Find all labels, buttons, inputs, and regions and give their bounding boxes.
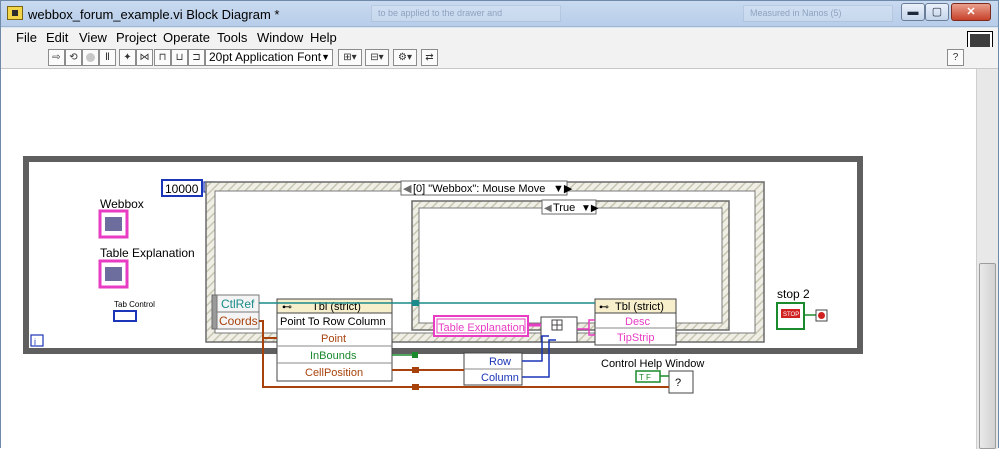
vertical-scrollbar[interactable] [976, 69, 998, 449]
toolbar: ⇨ ⟲ Ⅱ ✦ ⋈ ⊓ ⊔ ⊐ 20pt Application Font ▼ … [1, 47, 998, 69]
align-objects-icon[interactable]: ⊞▾ [338, 49, 362, 66]
labview-app-icon [7, 6, 23, 20]
property-node-ref: Tbl (strict) [615, 301, 664, 313]
title-bar: webbox_forum_example.vi Block Diagram * … [1, 1, 998, 27]
menu-view[interactable]: View [79, 30, 107, 45]
step-into-icon[interactable]: ⊓ [154, 49, 171, 66]
labview-window: webbox_forum_example.vi Block Diagram * … [0, 0, 999, 449]
case-structure-interior [418, 207, 723, 324]
menu-project[interactable]: Project [116, 30, 156, 45]
invoke-out-inbounds: InBounds [310, 350, 357, 362]
event-data-ctlref-label: CtlRef [221, 297, 255, 311]
invoke-out-cellposition: CellPosition [305, 367, 363, 379]
step-out-icon[interactable]: ⊐ [188, 49, 205, 66]
column-wire [522, 339, 556, 378]
tab-control-terminal[interactable] [113, 310, 137, 322]
retain-wire-values-icon[interactable]: ⋈ [136, 49, 153, 66]
svg-text:◀: ◀ [544, 203, 552, 214]
svg-text:▼▶: ▼▶ [581, 203, 599, 214]
help-icon[interactable]: ? [947, 49, 964, 66]
event-selector-arrows: ▼▶ [553, 183, 573, 195]
menu-edit[interactable]: Edit [46, 30, 68, 45]
menu-tools[interactable]: Tools [217, 30, 247, 45]
maximize-button[interactable]: ▢ [925, 3, 949, 21]
run-continuously-icon[interactable]: ⟲ [65, 49, 82, 66]
window-title: webbox_forum_example.vi Block Diagram * [28, 7, 280, 22]
abort-icon[interactable] [82, 49, 99, 66]
menu-operate[interactable]: Operate [163, 30, 210, 45]
iteration-terminal[interactable] [30, 334, 44, 347]
clean-up-diagram-icon[interactable]: ⇄ [421, 49, 438, 66]
pause-icon[interactable]: Ⅱ [99, 49, 116, 66]
reorder-icon[interactable]: ⚙▾ [393, 49, 417, 66]
menu-file[interactable]: File [16, 30, 37, 45]
invoke-node-method: Point To Row Column [280, 316, 386, 328]
control-help-window-label: Control Help Window [601, 358, 704, 370]
block-diagram-canvas[interactable]: i 10000 ◀ [0] "Webbox": Mouse Move ▼▶ Ct… [1, 69, 976, 449]
tab-control-label: Tab Control [114, 300, 155, 309]
stop-button-text: STOP [783, 312, 799, 318]
property-tipstrip: TipStrip [617, 332, 655, 344]
unbundle-row: Row [489, 356, 511, 368]
font-select[interactable]: 20pt Application Font ▼ [205, 49, 333, 66]
ghost-text-1: to be applied to the drawer and [371, 5, 561, 22]
run-arrow-icon[interactable]: ⇨ [48, 49, 65, 66]
invoke-in-point: Point [321, 333, 346, 345]
event-data-coords-label: Coords [219, 314, 258, 328]
timeout-value: 10000 [165, 182, 199, 196]
svg-text:⊷: ⊷ [599, 302, 609, 313]
font-select-value: 20pt Application Font [209, 50, 322, 64]
scrollbar-thumb[interactable] [979, 263, 996, 449]
block-diagram: i 10000 ◀ [0] "Webbox": Mouse Move ▼▶ Ct… [23, 156, 863, 394]
webbox-label: Webbox [100, 197, 144, 211]
iteration-label: i [34, 337, 36, 347]
svg-text:◀: ◀ [403, 183, 412, 195]
menu-help[interactable]: Help [310, 30, 337, 45]
distribute-objects-icon[interactable]: ⊟▾ [365, 49, 389, 66]
help-window-icon: ? [675, 377, 681, 389]
help-bool-text: T F [639, 373, 651, 382]
property-desc: Desc [625, 316, 651, 328]
stop-label: stop 2 [777, 287, 810, 301]
menu-bar: File Edit View Project Operate Tools Win… [1, 28, 998, 47]
vi-icon-grid [970, 34, 990, 48]
close-button[interactable]: ✕ [951, 3, 991, 21]
event-data-border [211, 294, 218, 330]
step-over-icon[interactable]: ⊔ [171, 49, 188, 66]
table-explanation-ref-label: Table Explanation [438, 322, 525, 334]
event-selector-label: [0] "Webbox": Mouse Move [413, 183, 545, 195]
minimize-button[interactable]: ▬ [901, 3, 925, 21]
case-selector-label: True [553, 202, 575, 214]
highlight-execution-icon[interactable]: ✦ [119, 49, 136, 66]
table-explanation-label: Table Explanation [100, 246, 195, 260]
chevron-down-icon: ▼ [321, 52, 330, 62]
menu-window[interactable]: Window [257, 30, 303, 45]
ghost-text-2: Measured in Nanos (5) [743, 5, 893, 22]
unbundle-column: Column [481, 372, 519, 384]
